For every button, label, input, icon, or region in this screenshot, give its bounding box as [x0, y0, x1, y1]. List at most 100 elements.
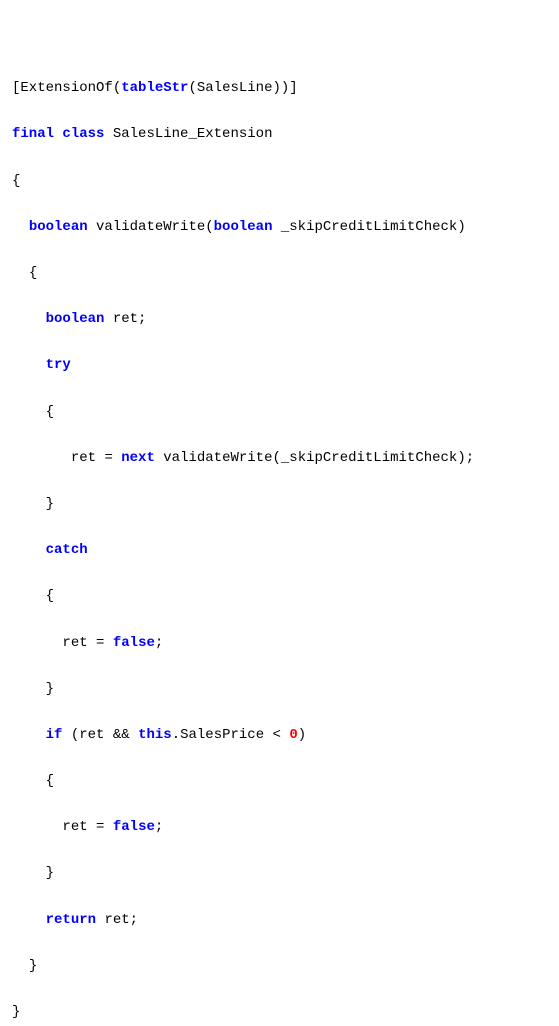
space	[272, 219, 280, 235]
kw-catch: catch	[46, 542, 88, 558]
space	[104, 635, 112, 651]
code-line-11: catch	[12, 539, 547, 562]
space	[104, 311, 112, 327]
var-ret: ret	[62, 819, 87, 835]
param-name: _skipCreditLimitCheck	[281, 219, 457, 235]
code-line-20: }	[12, 955, 547, 978]
indent	[12, 219, 29, 235]
brace-close: }	[29, 958, 37, 974]
semicolon: ;	[155, 635, 163, 651]
kw-try: try	[46, 357, 71, 373]
code-line-1: [ExtensionOf(tableStr(SalesLine))]	[12, 77, 547, 100]
type-boolean: boolean	[214, 219, 273, 235]
attr-extensionof: ExtensionOf	[20, 80, 112, 96]
space	[88, 219, 96, 235]
call-validatewrite: validateWrite	[163, 450, 272, 466]
kw-if: if	[46, 727, 63, 743]
paren: )	[272, 80, 280, 96]
space	[96, 912, 104, 928]
var-ret: ret	[104, 912, 129, 928]
kw-return: return	[46, 912, 96, 928]
brace-close: }	[46, 496, 54, 512]
type-boolean: boolean	[46, 311, 105, 327]
kw-tablestr: tableStr	[121, 80, 188, 96]
indent	[12, 958, 29, 974]
var-ret: ret	[79, 727, 104, 743]
var-ret: ret	[113, 311, 138, 327]
kw-false: false	[113, 635, 155, 651]
space	[88, 819, 96, 835]
code-line-5: {	[12, 262, 547, 285]
indent	[12, 635, 62, 651]
paren: )	[457, 219, 465, 235]
space	[130, 727, 138, 743]
code-editor: [ExtensionOf(tableStr(SalesLine))] final…	[12, 77, 547, 1024]
indent	[12, 311, 46, 327]
bracket-close: ]	[289, 80, 297, 96]
code-line-4: boolean validateWrite(boolean _skipCredi…	[12, 216, 547, 239]
code-line-8: {	[12, 401, 547, 424]
indent	[12, 496, 46, 512]
paren: )	[298, 727, 306, 743]
code-line-12: {	[12, 585, 547, 608]
var-ret: ret	[71, 450, 96, 466]
brace-open: {	[46, 404, 54, 420]
space	[264, 727, 272, 743]
code-line-19: return ret;	[12, 909, 547, 932]
code-line-9: ret = next validateWrite(_skipCreditLimi…	[12, 447, 547, 470]
code-line-6: boolean ret;	[12, 308, 547, 331]
code-line-16: {	[12, 770, 547, 793]
type-boolean: boolean	[29, 219, 88, 235]
var-ret: ret	[62, 635, 87, 651]
code-line-3: {	[12, 170, 547, 193]
space	[113, 450, 121, 466]
code-line-15: if (ret && this.SalesPrice < 0)	[12, 724, 547, 747]
indent	[12, 912, 46, 928]
op-and: &&	[113, 727, 130, 743]
space	[88, 635, 96, 651]
kw-false: false	[113, 819, 155, 835]
op-lt: <	[273, 727, 281, 743]
semicolon: ;	[155, 819, 163, 835]
paren: )	[457, 450, 465, 466]
space	[104, 819, 112, 835]
code-line-14: }	[12, 678, 547, 701]
method-name: validateWrite	[96, 219, 205, 235]
prop-salesprice: SalesPrice	[180, 727, 264, 743]
semicolon: ;	[466, 450, 474, 466]
kw-final: final	[12, 126, 54, 142]
indent	[12, 404, 46, 420]
indent	[12, 357, 46, 373]
brace-close: }	[46, 681, 54, 697]
dot: .	[172, 727, 180, 743]
code-line-7: try	[12, 354, 547, 377]
equals: =	[104, 450, 112, 466]
indent	[12, 681, 46, 697]
kw-class: class	[62, 126, 104, 142]
paren: (	[205, 219, 213, 235]
indent	[12, 819, 62, 835]
semicolon: ;	[130, 912, 138, 928]
indent	[12, 542, 46, 558]
brace-open: {	[46, 773, 54, 789]
equals: =	[96, 635, 104, 651]
code-line-13: ret = false;	[12, 632, 547, 655]
code-line-2: final class SalesLine_Extension	[12, 123, 547, 146]
space	[104, 727, 112, 743]
indent	[12, 865, 46, 881]
paren: (	[272, 450, 280, 466]
equals: =	[96, 819, 104, 835]
paren: (	[188, 80, 196, 96]
class-name: SalesLine_Extension	[113, 126, 273, 142]
indent	[12, 588, 46, 604]
indent	[12, 450, 71, 466]
indent	[12, 265, 29, 281]
space	[281, 727, 289, 743]
kw-this: this	[138, 727, 172, 743]
brace-close: }	[46, 865, 54, 881]
ident-salesline: SalesLine	[197, 80, 273, 96]
brace-open: {	[12, 173, 20, 189]
brace-open: {	[46, 588, 54, 604]
space	[104, 126, 112, 142]
brace-close: }	[12, 1004, 20, 1020]
